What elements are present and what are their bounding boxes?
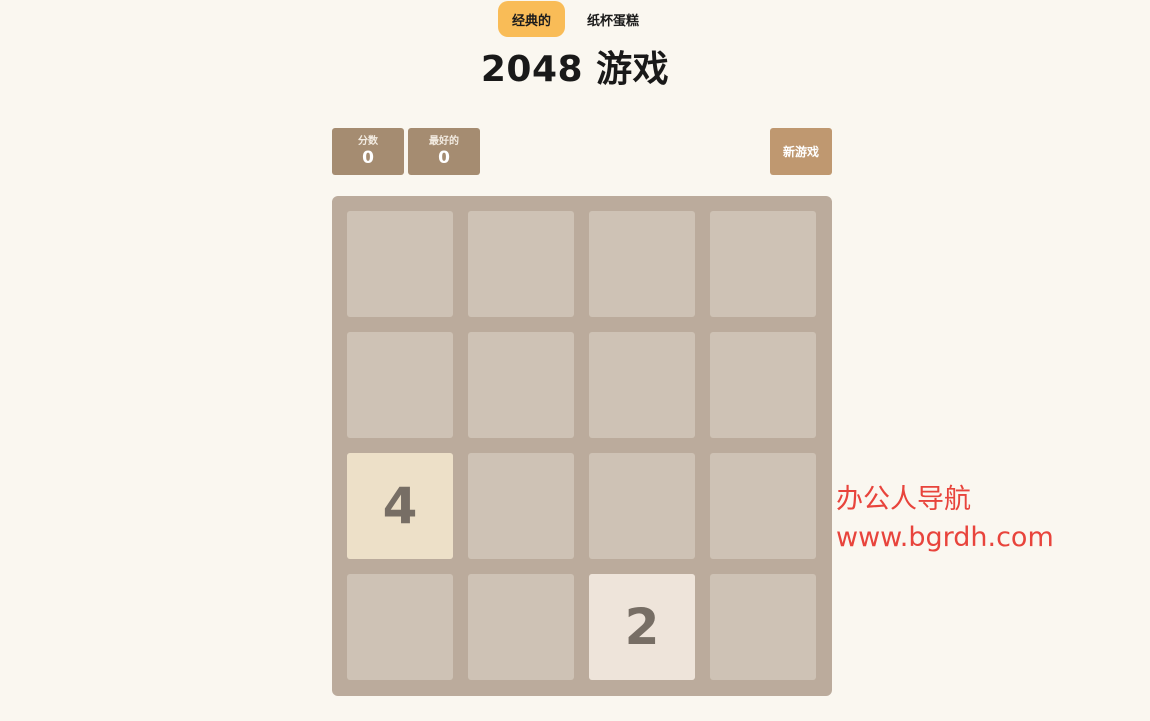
page-title: 2048 游戏 — [480, 49, 670, 90]
board-cell — [347, 211, 453, 317]
new-game-button[interactable]: 新游戏 — [770, 128, 832, 175]
board-cell — [347, 332, 453, 438]
best-score-label: 最好的 — [429, 135, 459, 147]
watermark-line1: 办公人导航 — [836, 484, 971, 515]
board-cell — [710, 332, 816, 438]
score-label: 分数 — [358, 135, 378, 147]
board-cell — [468, 332, 574, 438]
watermark: 办公人导航 www.bgrdh.com — [836, 481, 1054, 557]
best-score-box: 最好的 0 — [408, 128, 480, 175]
best-score-value: 0 — [438, 147, 450, 168]
board-cell — [589, 332, 695, 438]
game-board[interactable]: 42 — [332, 196, 832, 696]
board-cell — [468, 574, 574, 680]
tile-4: 4 — [347, 453, 453, 559]
board-cell — [589, 453, 695, 559]
tile-2: 2 — [589, 574, 695, 680]
score-box: 分数 0 — [332, 128, 404, 175]
mode-tabs: 经典的 纸杯蛋糕 — [498, 1, 653, 37]
board-cell — [710, 574, 816, 680]
board-cell — [589, 211, 695, 317]
board-cell — [710, 211, 816, 317]
tab-cupcake[interactable]: 纸杯蛋糕 — [573, 1, 653, 37]
board-cell — [468, 453, 574, 559]
board-cell — [347, 574, 453, 680]
score-value: 0 — [362, 147, 374, 168]
board-cell — [468, 211, 574, 317]
watermark-line2: www.bgrdh.com — [836, 522, 1054, 553]
board-cell — [710, 453, 816, 559]
tab-classic[interactable]: 经典的 — [498, 1, 566, 37]
